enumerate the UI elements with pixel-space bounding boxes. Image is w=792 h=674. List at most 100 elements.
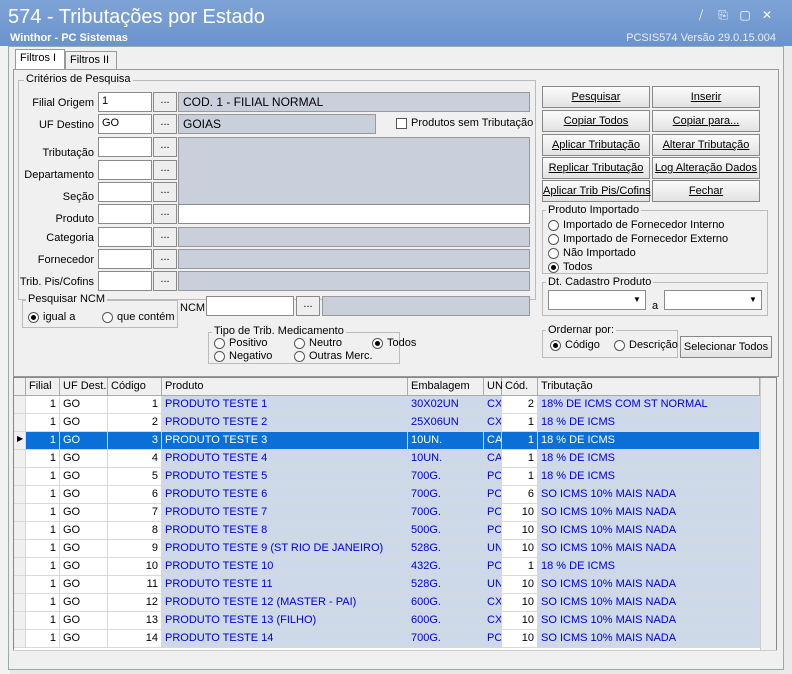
cell-un[interactable]: CA — [484, 450, 502, 468]
cell-tributacao[interactable]: SO ICMS 10% MAIS NADA — [538, 594, 760, 612]
row-indicator[interactable] — [14, 522, 26, 540]
row-indicator[interactable] — [14, 396, 26, 414]
row-indicator[interactable] — [14, 576, 26, 594]
restore-icon[interactable]: ⎘ — [716, 8, 730, 22]
cell-tributacao[interactable]: 18 % DE ICMS — [538, 432, 760, 450]
cell-un[interactable]: PC — [484, 558, 502, 576]
table-row[interactable]: 1 GO 10 PRODUTO TESTE 10 432G. PC 1 18 % DE ICM… — [14, 558, 760, 576]
cell-codigo[interactable]: 9 — [108, 540, 162, 558]
cell-uf[interactable]: GO — [60, 450, 108, 468]
cell-un[interactable]: PC — [484, 630, 502, 648]
table-row[interactable]: 1 GO 13 PRODUTO TESTE 13 (FILHO) 600G. CX 10 SO… — [14, 612, 760, 630]
table-row[interactable]: 1 GO 14 PRODUTO TESTE 14 700G. PC 10 SO ICMS 10… — [14, 630, 760, 648]
cell-cod[interactable]: 1 — [502, 414, 538, 432]
cell-uf[interactable]: GO — [60, 612, 108, 630]
cell-cod[interactable]: 6 — [502, 486, 538, 504]
cell-tributacao[interactable]: SO ICMS 10% MAIS NADA — [538, 576, 760, 594]
cell-cod[interactable]: 10 — [502, 540, 538, 558]
categoria-search-button[interactable]: ... — [153, 227, 177, 247]
cell-produto[interactable]: PRODUTO TESTE 5 — [162, 468, 408, 486]
cell-un[interactable]: CX — [484, 414, 502, 432]
column-header-produto[interactable]: Produto — [162, 378, 408, 396]
cell-tributacao[interactable]: SO ICMS 10% MAIS NADA — [538, 612, 760, 630]
tributacao-search-button[interactable]: ... — [153, 137, 177, 157]
cell-uf[interactable]: GO — [60, 594, 108, 612]
column-header-cod[interactable]: Cód. — [502, 378, 538, 396]
table-row[interactable]: 1 GO 6 PRODUTO TESTE 6 700G. PC 6 SO ICMS 10% M… — [14, 486, 760, 504]
cell-filial[interactable]: 1 — [26, 522, 60, 540]
cell-codigo[interactable]: 3 — [108, 432, 162, 450]
cell-codigo[interactable]: 1 — [108, 396, 162, 414]
cell-un[interactable]: CX — [484, 594, 502, 612]
ncm-contem-radio[interactable] — [102, 311, 113, 323]
ordenar-descricao-radio[interactable] — [614, 339, 625, 351]
row-indicator[interactable] — [14, 450, 26, 468]
inserir-button[interactable]: Inserir — [652, 86, 760, 108]
cell-codigo[interactable]: 10 — [108, 558, 162, 576]
cell-codigo[interactable]: 8 — [108, 522, 162, 540]
cell-filial[interactable]: 1 — [26, 630, 60, 648]
importado-externo-option[interactable]: Importado de Fornecedor Externo — [548, 233, 728, 245]
ncm-search-button[interactable]: ... — [296, 296, 320, 316]
cell-produto[interactable]: PRODUTO TESTE 3 — [162, 432, 408, 450]
med-positivo-radio[interactable] — [214, 337, 225, 349]
cell-uf[interactable]: GO — [60, 576, 108, 594]
column-header-filial[interactable]: Filial — [26, 378, 60, 396]
cell-codigo[interactable]: 12 — [108, 594, 162, 612]
cell-cod[interactable]: 10 — [502, 630, 538, 648]
cadastro-start-combo[interactable]: ▼ — [548, 290, 646, 310]
row-indicator[interactable] — [14, 630, 26, 648]
replicar-tributacao-button[interactable]: Replicar Tributação — [542, 157, 650, 179]
nao-importado-option[interactable]: Não Importado — [548, 247, 636, 259]
cell-tributacao[interactable]: SO ICMS 10% MAIS NADA — [538, 540, 760, 558]
secao-input[interactable] — [98, 182, 152, 202]
importado-interno-option[interactable]: Importado de Fornecedor Interno — [548, 219, 724, 231]
table-row[interactable]: 1 GO 8 PRODUTO TESTE 8 500G. PC 10 SO ICMS 10% … — [14, 522, 760, 540]
nao-importado-radio[interactable] — [548, 247, 559, 259]
table-row[interactable]: ▶ 1 GO 3 PRODUTO TESTE 3 10UN. CA 1 18 % DE ICMS — [14, 432, 760, 450]
pesquisar-button[interactable]: Pesquisar — [542, 86, 650, 108]
cell-un[interactable]: PC — [484, 504, 502, 522]
cell-codigo[interactable]: 6 — [108, 486, 162, 504]
cell-embalagem[interactable]: 432G. — [408, 558, 484, 576]
cell-cod[interactable]: 1 — [502, 450, 538, 468]
cell-filial[interactable]: 1 — [26, 576, 60, 594]
cell-cod[interactable]: 1 — [502, 558, 538, 576]
cell-codigo[interactable]: 11 — [108, 576, 162, 594]
cell-embalagem[interactable]: 30X02UN — [408, 396, 484, 414]
cell-codigo[interactable]: 4 — [108, 450, 162, 468]
pin-icon[interactable]: ⧸ — [694, 8, 708, 22]
row-indicator[interactable] — [14, 504, 26, 522]
cell-tributacao[interactable]: 18% DE ICMS COM ST NORMAL — [538, 396, 760, 414]
ordenar-codigo-option[interactable]: Código — [550, 339, 600, 351]
table-row[interactable]: 1 GO 4 PRODUTO TESTE 4 10UN. CA 1 18 % DE ICMS — [14, 450, 760, 468]
med-todos-radio[interactable] — [372, 337, 383, 349]
cell-un[interactable]: PC — [484, 522, 502, 540]
med-neutro-option[interactable]: Neutro — [294, 337, 342, 349]
ordenar-codigo-radio[interactable] — [550, 339, 561, 351]
cell-produto[interactable]: PRODUTO TESTE 13 (FILHO) — [162, 612, 408, 630]
cell-codigo[interactable]: 7 — [108, 504, 162, 522]
column-header-un[interactable]: UN — [484, 378, 503, 396]
cell-codigo[interactable]: 14 — [108, 630, 162, 648]
cell-uf[interactable]: GO — [60, 414, 108, 432]
cell-filial[interactable]: 1 — [26, 594, 60, 612]
table-row[interactable]: 1 GO 9 PRODUTO TESTE 9 (ST RIO DE JANEIRO) 5… — [14, 540, 760, 558]
log-alteracao-button[interactable]: Log Alteração Dados — [652, 157, 760, 179]
cell-tributacao[interactable]: SO ICMS 10% MAIS NADA — [538, 486, 760, 504]
cell-uf[interactable]: GO — [60, 486, 108, 504]
cell-produto[interactable]: PRODUTO TESTE 1 — [162, 396, 408, 414]
cell-embalagem[interactable]: 600G. — [408, 594, 484, 612]
alterar-tributacao-button[interactable]: Alterar Tributação — [652, 134, 760, 156]
row-indicator[interactable] — [14, 414, 26, 432]
cell-filial[interactable]: 1 — [26, 450, 60, 468]
cell-tributacao[interactable]: SO ICMS 10% MAIS NADA — [538, 522, 760, 540]
cell-uf[interactable]: GO — [60, 396, 108, 414]
row-indicator[interactable] — [14, 540, 26, 558]
row-indicator[interactable] — [14, 486, 26, 504]
cell-un[interactable]: PC — [484, 486, 502, 504]
copiar-todos-button[interactable]: Copiar Todos — [542, 110, 650, 132]
results-grid[interactable]: Filial UF Dest. Código Produto Embalagem… — [13, 377, 777, 663]
cell-codigo[interactable]: 13 — [108, 612, 162, 630]
med-outras-option[interactable]: Outras Merc. — [294, 350, 373, 362]
